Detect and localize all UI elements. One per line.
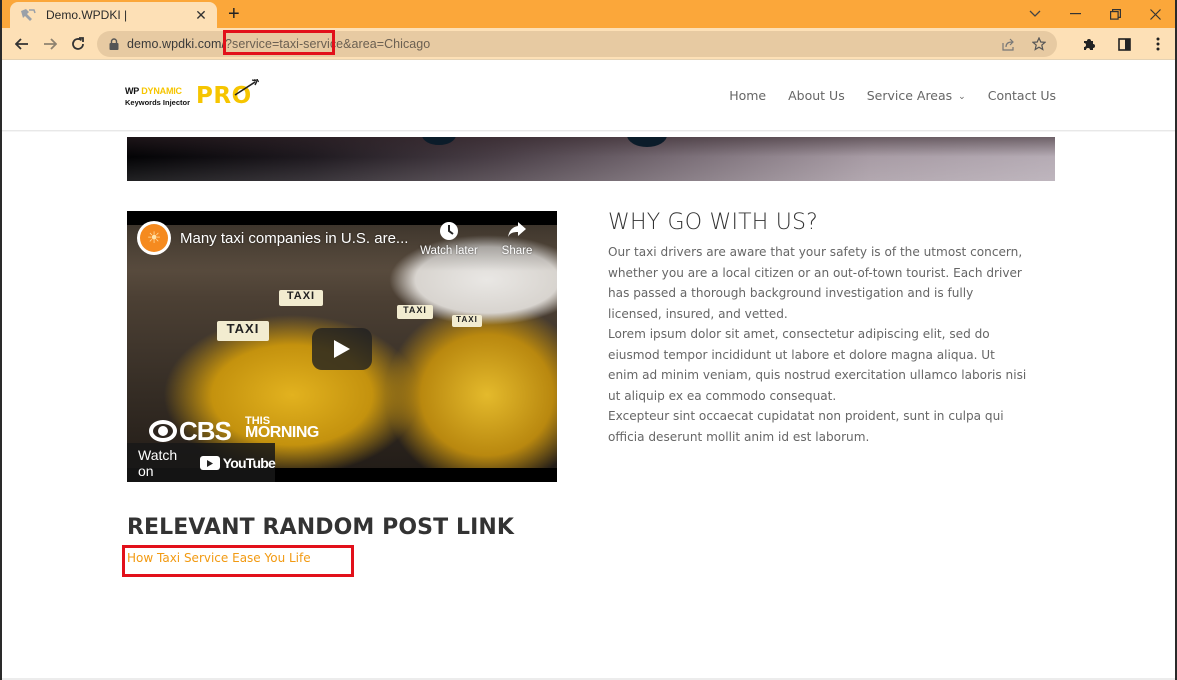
omnibox-actions [1001,31,1047,57]
close-tab-icon[interactable]: ✕ [193,7,209,24]
play-icon [334,340,350,358]
channel-avatar[interactable]: ☀ [137,221,171,255]
youtube-logo: YouTube [199,455,276,471]
youtube-embed[interactable]: TAXI TAXI TAXI TAXI ☀ Many taxi companie… [127,211,557,482]
nav-service-areas-label: Service Areas [866,88,953,103]
tab-search-chevron-down-icon[interactable] [1015,0,1055,28]
youtube-wordmark: YouTube [222,455,276,471]
url-text[interactable]: demo.wpdki.com/?service=taxi-service&are… [127,37,430,51]
watch-later-button[interactable]: Watch later [414,221,484,257]
kebab-menu-icon[interactable] [1147,33,1169,55]
nav-home[interactable]: Home [729,88,766,103]
cbs-text: CBS [179,416,232,446]
new-tab-button[interactable]: + [228,4,240,24]
site-logo[interactable]: WP DYNAMIC Keywords Injector PRO [125,77,260,111]
forward-arrow-icon[interactable] [36,30,64,58]
window-controls [1015,0,1175,28]
wrench-page-icon [20,7,36,23]
taxi-sign: TAXI [217,321,269,341]
cbs-this-morning: THIS MORNING [245,415,319,441]
back-arrow-icon[interactable] [8,30,36,58]
cbs-eye-icon [149,420,177,442]
restore-icon[interactable] [1095,0,1135,28]
logo-wp-text: WP [125,86,142,96]
extensions-puzzle-icon[interactable] [1079,33,1101,55]
youtube-play-icon [199,456,220,470]
taxi-sign: TAXI [452,315,482,327]
why-paragraph: Excepteur sint occaecat cupidatat non pr… [608,409,1004,444]
url-query-service: ?service=taxi-service [225,37,344,51]
nav-service-areas[interactable]: Service Areas ⌄ [867,88,966,103]
close-window-icon[interactable] [1135,0,1175,28]
sun-logo-icon: ☀ [140,224,168,252]
hero-image-strip [127,137,1055,181]
share-arrow-icon [482,221,552,243]
taxi-sign: TAXI [279,290,323,306]
watch-later-label: Watch later [420,245,478,257]
play-button[interactable] [312,328,372,370]
reload-icon[interactable] [64,30,92,58]
main-nav: Home About Us Service Areas ⌄ Contact Us [729,88,1056,103]
logo-line2: Keywords Injector [125,98,191,107]
tab-title: Demo.WPDKI | [46,8,128,22]
watch-on-label: Watch on [138,447,178,479]
share-icon[interactable] [1001,36,1017,52]
clock-icon [414,221,484,243]
share-label: Share [501,245,533,257]
tab-strip: Demo.WPDKI | ✕ + [2,0,1175,28]
logo-line1: WP DYNAMIC [125,86,182,96]
share-button[interactable]: Share [482,221,552,257]
logo-dynamic-text: DYNAMIC [141,86,182,96]
side-panel-icon[interactable] [1113,33,1135,55]
address-bar[interactable]: demo.wpdki.com/?service=taxi-service&are… [97,31,1057,57]
why-body: Our taxi drivers are aware that your saf… [608,242,1028,447]
site-header: WP DYNAMIC Keywords Injector PRO Home Ab… [2,61,1175,131]
cbs-morning: MORNING [245,424,319,441]
hero-image-detail [422,137,456,145]
browser-tab[interactable]: Demo.WPDKI | ✕ [10,2,217,28]
nav-contact-us[interactable]: Contact Us [988,88,1056,103]
why-heading: WHY GO WITH US? [608,210,819,235]
video-title[interactable]: Many taxi companies in U.S. are... [180,230,408,247]
arrow-target-icon [233,77,260,102]
lock-icon[interactable] [107,37,121,51]
url-host: demo.wpdki.com/ [127,37,226,51]
chevron-down-icon: ⌄ [958,92,966,102]
why-paragraph: Lorem ipsum dolor sit amet, consectetur … [608,327,1027,403]
browser-toolbar: demo.wpdki.com/?service=taxi-service&are… [2,28,1175,60]
taxi-sign: TAXI [397,305,433,319]
why-paragraph: Our taxi drivers are aware that your saf… [608,245,1023,321]
browser-window: Demo.WPDKI | ✕ + demo.wpdki.com/?service… [0,0,1177,680]
toolbar-right-actions [1079,28,1169,60]
url-query-area: &area=Chicago [343,37,431,51]
watch-on-youtube-button[interactable]: Watch on YouTube [127,443,276,482]
nav-about-us[interactable]: About Us [788,88,845,103]
related-post-link[interactable]: How Taxi Service Ease You Life [127,551,311,565]
related-post-heading: RELEVANT RANDOM POST LINK [127,515,515,540]
minimize-icon[interactable] [1055,0,1095,28]
hero-image-detail [627,137,667,147]
star-icon[interactable] [1031,36,1047,52]
